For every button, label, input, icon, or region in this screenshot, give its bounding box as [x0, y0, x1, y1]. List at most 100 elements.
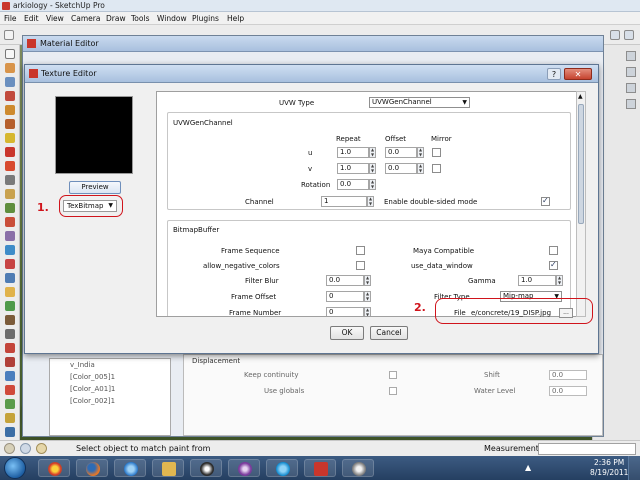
- taskbar-chrome[interactable]: [38, 459, 70, 477]
- help-button[interactable]: ?: [547, 68, 561, 80]
- rotation-input[interactable]: 0.0: [337, 179, 369, 190]
- u-repeat-stepper[interactable]: ▲ ▼: [369, 147, 376, 158]
- dimension-tool-icon[interactable]: [5, 245, 15, 255]
- move-tool-icon[interactable]: [5, 147, 15, 157]
- toolbar-icon[interactable]: [624, 30, 634, 40]
- menu-tools[interactable]: Tools: [131, 14, 149, 23]
- v-mirror-checkbox[interactable]: [432, 164, 441, 173]
- gamma-stepper[interactable]: ▲ ▼: [556, 275, 563, 286]
- walk-tool-icon[interactable]: [5, 371, 15, 381]
- tool-icon[interactable]: [626, 67, 636, 77]
- tree-item[interactable]: [Color_005]1: [70, 373, 115, 381]
- tool-icon[interactable]: [626, 83, 636, 93]
- tree-item[interactable]: [Color_002]1: [70, 397, 115, 405]
- taskbar-firefox[interactable]: [76, 459, 108, 477]
- tape-tool-icon[interactable]: [5, 231, 15, 241]
- v-repeat-input[interactable]: 1.0: [337, 163, 369, 174]
- u-repeat-input[interactable]: 1.0: [337, 147, 369, 158]
- v-repeat-stepper[interactable]: ▲ ▼: [369, 163, 376, 174]
- tool-icon[interactable]: [5, 413, 15, 423]
- taskbar-skype[interactable]: [266, 459, 298, 477]
- use-globals-checkbox[interactable]: [389, 387, 397, 395]
- pan-tool-icon[interactable]: [5, 329, 15, 339]
- tray-expand-icon[interactable]: ▲: [525, 463, 531, 472]
- protractor-tool-icon[interactable]: [5, 259, 15, 269]
- pushpull-tool-icon[interactable]: [5, 189, 15, 199]
- v-offset-input[interactable]: 0.0: [385, 163, 417, 174]
- select-tool-icon[interactable]: [4, 30, 14, 40]
- channel-input[interactable]: 1: [321, 196, 367, 207]
- tool-icon[interactable]: [5, 427, 15, 437]
- scale-tool-icon[interactable]: [5, 175, 15, 185]
- measurements-input[interactable]: [538, 443, 636, 455]
- menu-camera[interactable]: Camera: [71, 14, 100, 23]
- followme-tool-icon[interactable]: [5, 203, 15, 213]
- circle-tool-icon[interactable]: [5, 119, 15, 129]
- menu-window[interactable]: Window: [157, 14, 187, 23]
- cancel-button[interactable]: Cancel: [370, 326, 408, 340]
- taskbar-explorer[interactable]: [152, 459, 184, 477]
- taskbar-vray[interactable]: [342, 459, 374, 477]
- rectangle-tool-icon[interactable]: [5, 105, 15, 115]
- u-offset-stepper[interactable]: ▲ ▼: [417, 147, 424, 158]
- tool-icon[interactable]: [626, 51, 636, 61]
- preview-button[interactable]: Preview: [69, 181, 121, 194]
- show-desktop-button[interactable]: [628, 456, 640, 480]
- frame-sequence-checkbox[interactable]: [356, 246, 365, 255]
- keep-continuity-checkbox[interactable]: [389, 371, 397, 379]
- menu-plugins[interactable]: Plugins: [192, 14, 219, 23]
- menu-view[interactable]: View: [46, 14, 64, 23]
- help-icon[interactable]: [36, 443, 47, 454]
- taskbar-app[interactable]: [228, 459, 260, 477]
- orbit-tool-icon[interactable]: [5, 315, 15, 325]
- frame-offset-input[interactable]: 0: [326, 291, 364, 302]
- tool-icon[interactable]: [626, 99, 636, 109]
- zoom-tool-icon[interactable]: [5, 343, 15, 353]
- shift-input[interactable]: 0.0: [549, 370, 587, 380]
- frame-number-stepper[interactable]: ▲ ▼: [364, 307, 371, 316]
- select-tool-icon[interactable]: [5, 49, 15, 59]
- tree-item[interactable]: v_India: [70, 361, 95, 369]
- arc-tool-icon[interactable]: [5, 91, 15, 101]
- frame-number-input[interactable]: 0: [326, 307, 364, 316]
- tree-item[interactable]: [Color_A01]1: [70, 385, 115, 393]
- scroll-up-icon[interactable]: ▲: [578, 93, 584, 100]
- text-tool-icon[interactable]: [5, 273, 15, 283]
- paint-bucket-icon[interactable]: [5, 301, 15, 311]
- eraser-tool-icon[interactable]: [5, 63, 15, 73]
- menu-file[interactable]: File: [4, 14, 17, 23]
- zoom-extents-icon[interactable]: [5, 357, 15, 367]
- axes-tool-icon[interactable]: [5, 287, 15, 297]
- look-around-icon[interactable]: [5, 385, 15, 395]
- pencil-tool-icon[interactable]: [5, 77, 15, 87]
- menu-help[interactable]: Help: [227, 14, 244, 23]
- ok-button[interactable]: OK: [330, 326, 364, 340]
- u-offset-input[interactable]: 0.0: [385, 147, 417, 158]
- u-mirror-checkbox[interactable]: [432, 148, 441, 157]
- use-data-window-checkbox[interactable]: [549, 260, 558, 270]
- toolbar-icon[interactable]: [610, 30, 620, 40]
- scrollbar-thumb[interactable]: [578, 104, 584, 224]
- rotate-tool-icon[interactable]: [5, 161, 15, 171]
- menu-edit[interactable]: Edit: [24, 14, 39, 23]
- credits-icon[interactable]: [20, 443, 31, 454]
- frame-offset-stepper[interactable]: ▲ ▼: [364, 291, 371, 302]
- start-button[interactable]: [4, 457, 26, 479]
- offset-tool-icon[interactable]: [5, 217, 15, 227]
- gamma-input[interactable]: 1.0: [518, 275, 556, 286]
- taskbar-ie[interactable]: [114, 459, 146, 477]
- material-tree[interactable]: v_India [Color_005]1 [Color_A01]1 [Color…: [49, 358, 171, 436]
- water-level-input[interactable]: 0.0: [549, 386, 587, 396]
- uvw-type-dropdown[interactable]: UVWGenChannel ▼: [369, 97, 470, 108]
- close-button[interactable]: ✕: [564, 68, 592, 80]
- clock-date[interactable]: 8/19/2011: [590, 468, 628, 477]
- menu-draw[interactable]: Draw: [106, 14, 126, 23]
- filter-blur-stepper[interactable]: ▲ ▼: [364, 275, 371, 286]
- geo-location-icon[interactable]: [4, 443, 15, 454]
- v-offset-stepper[interactable]: ▲ ▼: [417, 163, 424, 174]
- section-plane-icon[interactable]: [5, 399, 15, 409]
- taskbar-sketchup[interactable]: [304, 459, 336, 477]
- polygon-tool-icon[interactable]: [5, 133, 15, 143]
- double-sided-checkbox[interactable]: [541, 196, 550, 206]
- allow-negative-colors-checkbox[interactable]: [356, 261, 365, 270]
